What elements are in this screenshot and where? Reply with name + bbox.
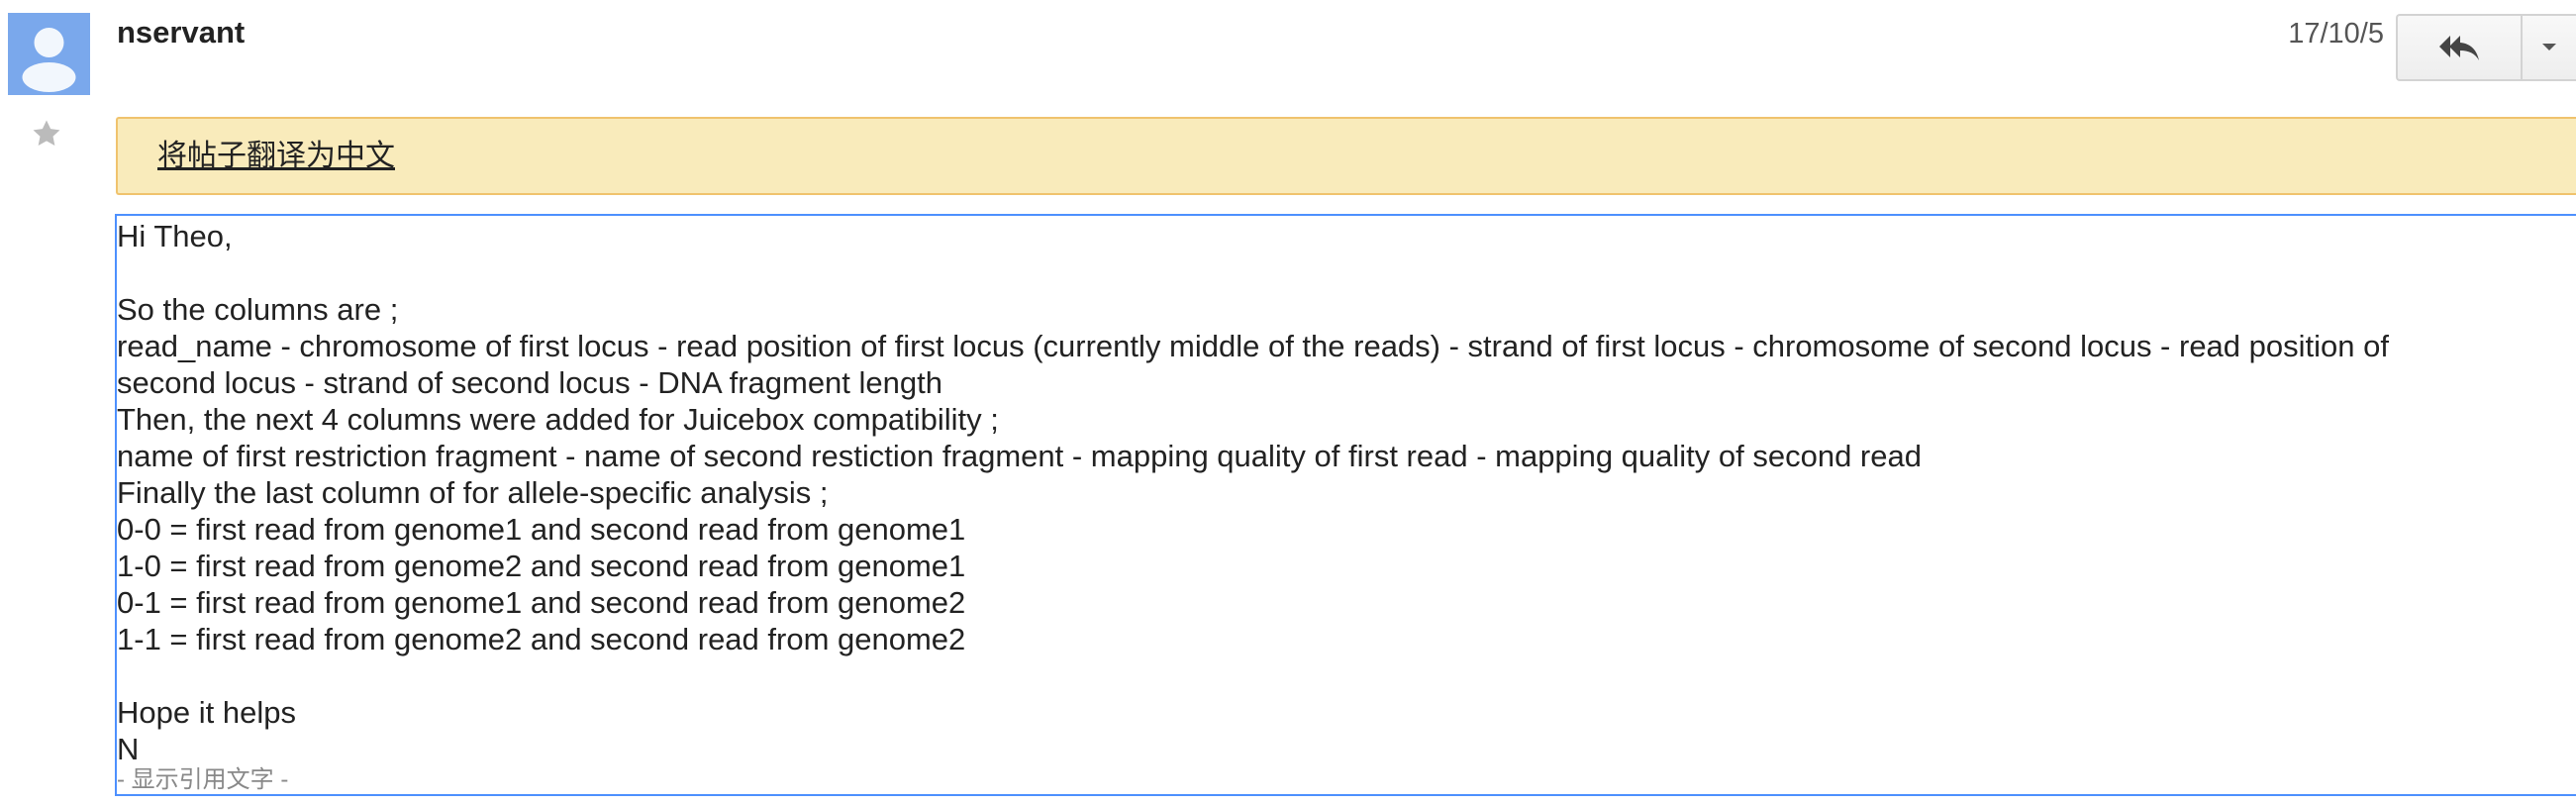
message-date: 17/10/5 [2288,18,2384,50]
body-line: N [117,732,140,766]
translate-post-link[interactable]: 将帖子翻译为中文 [157,139,395,174]
body-line: name of first restriction fragment - nam… [117,439,1922,473]
show-quoted-text-link[interactable]: - 显示引用文字 - [117,766,288,794]
body-line [117,254,2572,291]
translate-banner: 将帖子翻译为中文 [116,117,2576,195]
message-body: Hi Theo, So the columns are ; read_name - … [115,214,2576,796]
message-body-text: Hi Theo, So the columns are ; read_name - … [117,218,2572,767]
body-line: Hi Theo, [117,219,233,253]
body-line: Then, the next 4 columns were added for … [117,402,999,437]
default-person-avatar-icon [22,28,76,92]
body-line: 1-0 = first read from genome2 and second… [117,549,966,583]
sender-name[interactable]: nservant [117,14,245,51]
body-line [117,657,2572,694]
body-line: 0-1 = first read from genome1 and second… [117,585,966,620]
message-view: nservant 17/10/5 将帖子翻译为中文 Hi Theo, So the… [0,0,2576,805]
reply-all-button[interactable] [2396,14,2521,81]
body-line: 1-1 = first read from genome2 and second… [117,622,966,656]
body-line: So the columns are ; [117,292,399,327]
body-line: second locus - strand of second locus - … [117,365,942,400]
star-icon[interactable] [30,117,63,151]
star-outline-icon [33,120,60,147]
more-actions-button[interactable] [2521,14,2576,81]
sender-avatar[interactable] [8,13,90,95]
body-line: 0-0 = first read from genome1 and second… [117,512,966,547]
body-line: Finally the last column of for allele-sp… [117,475,829,510]
body-line: read_name - chromosome of first locus - … [117,329,2389,363]
reply-all-icon [2439,36,2479,60]
body-line: Hope it helps [117,695,296,730]
chevron-down-icon [2542,44,2556,50]
